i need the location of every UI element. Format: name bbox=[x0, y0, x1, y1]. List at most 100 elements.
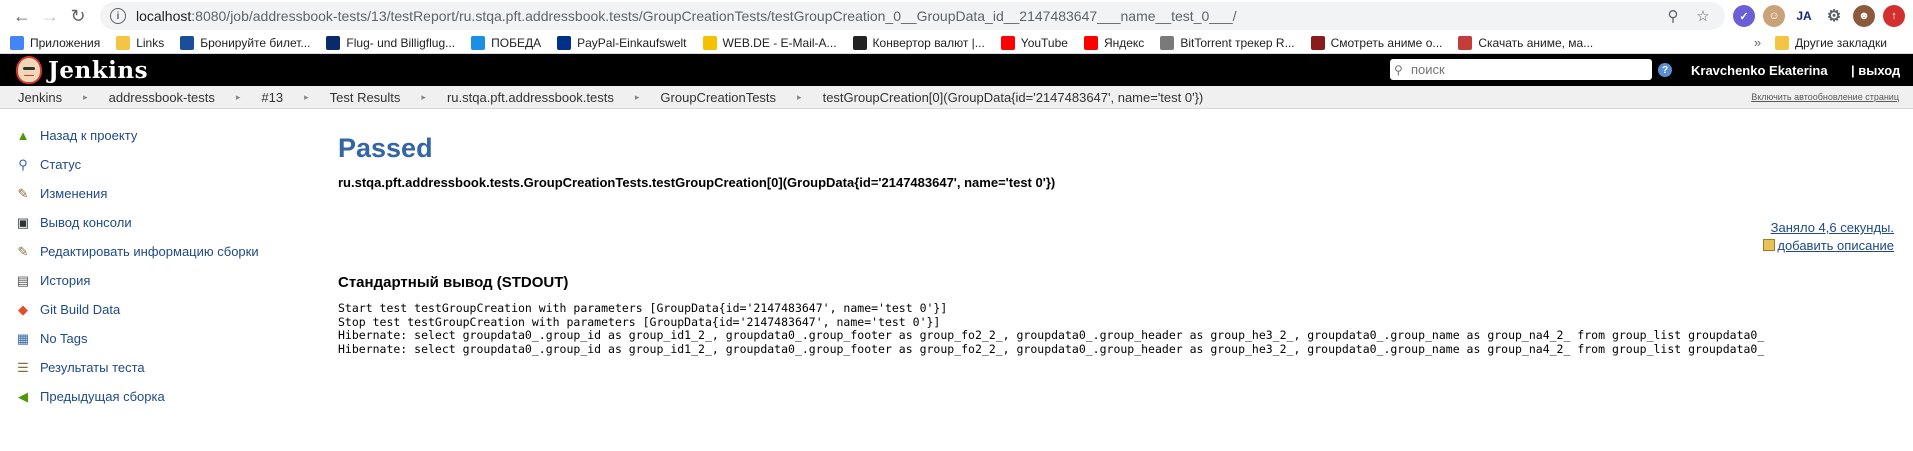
bookmark-label: Скачать аниме, ма... bbox=[1478, 35, 1594, 50]
sidebar-item[interactable]: ✎ Изменения bbox=[14, 179, 334, 208]
bookmark-item[interactable]: Бронируйте билет... bbox=[180, 35, 311, 50]
apps-icon bbox=[10, 35, 24, 50]
stdout-line: Stop test testGroupCreation with paramet… bbox=[338, 314, 941, 329]
bookmark-label: Links bbox=[136, 35, 165, 50]
main-area: ▲ Назад к проекту ⚲ Статус ✎ Изменения ▣ Вывод … bbox=[0, 109, 1913, 450]
notepad-icon: ✎ bbox=[17, 243, 29, 259]
add-description-link[interactable]: добавить описание bbox=[1763, 237, 1894, 255]
breadcrumb-separator-icon[interactable]: ▸ bbox=[236, 92, 241, 103]
terminal-icon: ▣ bbox=[16, 214, 30, 230]
bookmark-item[interactable]: PayPal-Einkaufswelt bbox=[557, 35, 687, 50]
sidebar: ▲ Назад к проекту ⚲ Статус ✎ Изменения ▣ Вывод … bbox=[14, 121, 334, 411]
duration-link[interactable]: Заняло 4,6 секунды. bbox=[1763, 219, 1894, 237]
anime2-icon bbox=[1458, 35, 1473, 50]
bookmark-item[interactable]: Приложения bbox=[10, 35, 101, 50]
extension-check-icon[interactable]: ✓ bbox=[1733, 5, 1755, 27]
breadcrumb-item[interactable]: Test Results bbox=[330, 90, 401, 105]
sidebar-item[interactable]: ▲ Назад к проекту bbox=[14, 121, 334, 150]
breadcrumb-separator-icon[interactable]: ▸ bbox=[797, 92, 802, 103]
breadcrumb-separator-icon[interactable]: ▸ bbox=[304, 92, 309, 103]
sidebar-item-label: Статус bbox=[40, 157, 82, 172]
test-result-content: Passed ru.stqa.pft.addressbook.tests.Gro… bbox=[338, 121, 1913, 355]
search-input[interactable] bbox=[1411, 62, 1641, 77]
clipboard-icon: ☰ bbox=[17, 359, 29, 375]
search-icon: ⚲ bbox=[1394, 62, 1403, 77]
bookmark-label: YouTube bbox=[1020, 35, 1068, 50]
bookmarks-bar: Приложения Links Бронируйте билет... Flug- … bbox=[0, 32, 1913, 54]
bookmark-item[interactable]: YouTube bbox=[1000, 35, 1068, 50]
breadcrumb-item[interactable]: Jenkins bbox=[18, 90, 62, 105]
breadcrumb-separator-icon[interactable]: ▸ bbox=[83, 92, 88, 103]
more-bookmarks-icon[interactable]: » bbox=[1754, 35, 1761, 50]
edit-icon bbox=[1763, 239, 1776, 251]
stdout-line: Start test testGroupCreation with parame… bbox=[338, 301, 948, 315]
star-icon[interactable]: ☆ bbox=[1691, 4, 1715, 28]
extension-gear-icon[interactable]: ⚙ bbox=[1823, 5, 1845, 27]
sidebar-item[interactable]: ▣ Вывод консоли bbox=[14, 208, 334, 237]
update-icon[interactable]: ↑ bbox=[1883, 5, 1905, 27]
sidebar-item-label: Предыдущая сборка bbox=[40, 389, 165, 404]
sidebar-item-label: Git Build Data bbox=[40, 302, 121, 317]
bookmark-item[interactable]: Смотреть аниме о... bbox=[1310, 35, 1442, 50]
auto-refresh-link[interactable]: Включить автообновление страниц bbox=[1751, 92, 1899, 102]
bookmark-label: BitTorrent трекер R... bbox=[1180, 35, 1295, 50]
info-icon[interactable]: i bbox=[110, 8, 126, 24]
sidebar-item[interactable]: ☰ Результаты теста bbox=[14, 353, 334, 382]
yandex-icon bbox=[1083, 35, 1098, 50]
bookmark-item[interactable]: Яндекс bbox=[1083, 35, 1144, 50]
sidebar-item[interactable]: ⚲ Статус bbox=[14, 150, 334, 179]
search-icon: ⚲ bbox=[18, 156, 28, 172]
bookmark-item[interactable]: WEB.DE - E-Mail-A... bbox=[702, 35, 837, 50]
bookmark-item[interactable]: Скачать аниме, ма... bbox=[1458, 35, 1594, 50]
back-icon[interactable]: ← bbox=[8, 2, 36, 30]
url-text[interactable]: localhost:8080/job/addressbook-tests/13/… bbox=[136, 8, 1655, 24]
forward-icon[interactable]: → bbox=[36, 2, 64, 30]
stdout-heading: Стандартный вывод (STDOUT) bbox=[338, 274, 569, 291]
sidebar-item[interactable]: ▤ История bbox=[14, 266, 334, 295]
url-path: :8080/job/addressbook-tests/13/testRepor… bbox=[191, 8, 1237, 24]
jenkins-logo[interactable]: Jenkins bbox=[16, 56, 148, 84]
breadcrumb-item[interactable]: GroupCreationTests bbox=[660, 90, 776, 105]
bookmark-item[interactable]: Links bbox=[116, 35, 165, 50]
breadcrumb-separator-icon[interactable]: ▸ bbox=[635, 92, 640, 103]
breadcrumb-separator-icon[interactable]: ▸ bbox=[421, 92, 426, 103]
sidebar-item[interactable]: ◆ Git Build Data bbox=[14, 295, 334, 324]
address-bar[interactable]: i localhost:8080/job/addressbook-tests/1… bbox=[100, 2, 1725, 30]
sidebar-item-label: История bbox=[40, 273, 91, 288]
notepad-icon: ✎ bbox=[17, 185, 29, 201]
bookmark-item[interactable]: ПОБЕДА bbox=[471, 35, 541, 50]
sidebar-item[interactable]: ✎ Редактировать информацию сборки bbox=[14, 237, 334, 266]
bookmark-item[interactable]: Flug- und Billigflug... bbox=[326, 35, 456, 50]
bookmark-item[interactable]: Конвертор валют |... bbox=[852, 35, 985, 50]
bookmark-label: PayPal-Einkaufswelt bbox=[577, 35, 687, 50]
bookmark-label: Бронируйте билет... bbox=[200, 35, 311, 50]
zoom-icon[interactable]: ⚲ bbox=[1661, 4, 1685, 28]
logout-link[interactable]: | выход bbox=[1851, 63, 1900, 78]
airline-icon bbox=[180, 35, 195, 50]
other-bookmarks[interactable]: Другие закладки bbox=[1775, 35, 1887, 50]
breadcrumb-item[interactable]: testGroupCreation[0](GroupData{id='21474… bbox=[823, 90, 1204, 105]
sidebar-item[interactable]: ◀ Предыдущая сборка bbox=[14, 382, 334, 411]
help-icon[interactable]: ? bbox=[1658, 63, 1672, 77]
pobeda-icon bbox=[471, 35, 486, 50]
profile-avatar[interactable]: ☻ bbox=[1853, 5, 1875, 27]
bookmark-item[interactable]: BitTorrent трекер R... bbox=[1160, 35, 1295, 50]
page-title: Passed bbox=[338, 133, 433, 163]
sidebar-item-label: Вывод консоли bbox=[40, 215, 132, 230]
right-links: Заняло 4,6 секунды. добавить описание bbox=[1763, 219, 1894, 255]
youtube-icon bbox=[1000, 35, 1015, 50]
bookmark-label: Flug- und Billigflug... bbox=[346, 35, 456, 50]
sidebar-item[interactable]: ▦ No Tags bbox=[14, 324, 334, 353]
stdout-line: Hibernate: select groupdata0_.group_id a… bbox=[338, 341, 1765, 356]
breadcrumb-item[interactable]: addressbook-tests bbox=[109, 90, 215, 105]
torrent-icon bbox=[1160, 35, 1175, 50]
user-link[interactable]: Kravchenko Ekaterina bbox=[1691, 63, 1828, 78]
extension-ja-icon[interactable]: JA bbox=[1793, 5, 1815, 27]
extension-avatar-icon[interactable]: ☺ bbox=[1763, 5, 1785, 27]
reload-icon[interactable]: ↻ bbox=[64, 2, 92, 30]
breadcrumb-item[interactable]: #13 bbox=[261, 90, 283, 105]
url-host: localhost bbox=[136, 8, 192, 24]
breadcrumb: Jenkins ▸ addressbook-tests ▸ #13 ▸ Test Resul… bbox=[0, 86, 1913, 109]
bookmark-label: Приложения bbox=[30, 35, 101, 50]
breadcrumb-item[interactable]: ru.stqa.pft.addressbook.tests bbox=[447, 90, 614, 105]
